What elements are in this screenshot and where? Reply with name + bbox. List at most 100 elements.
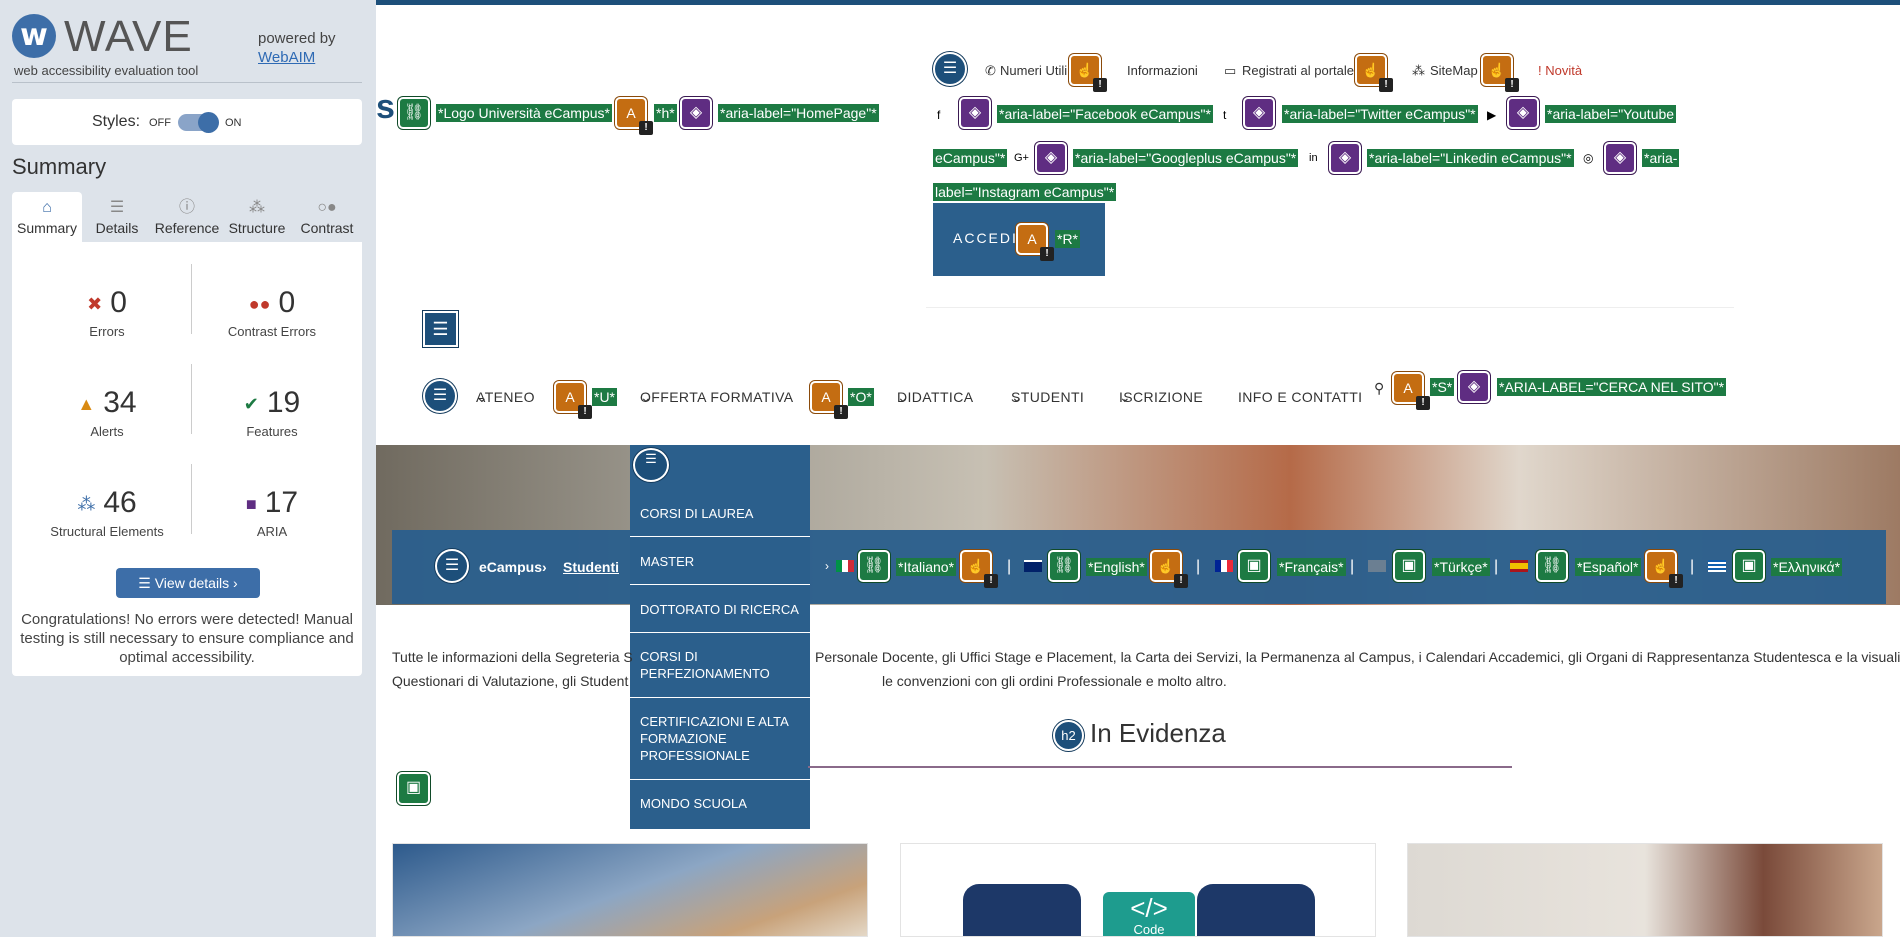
alert-icon[interactable]: ☝ [1069,54,1107,92]
stat-alerts[interactable]: ▲ 34 Alerts [22,386,192,439]
image-icon[interactable]: ▣ [1393,550,1425,582]
facebook-icon[interactable]: f [937,108,940,122]
phone-icon: ✆ [985,63,996,78]
site-logo-fragment[interactable]: s [376,88,395,127]
menu-structure-icon[interactable]: ☰ [933,52,967,86]
image-icon[interactable]: ▣ [1238,550,1270,582]
stat-structural[interactable]: ⁂ 46 Structural Elements [22,486,192,539]
lang-english[interactable]: *English* [1086,558,1147,576]
alert-icon[interactable]: ☝ [1645,550,1683,588]
lang-greek[interactable]: *Ελληνικά* [1771,558,1843,576]
nav-studenti[interactable]: STUDENTI ⌄ [1011,389,1084,406]
view-details-button[interactable]: ☰ View details › [116,568,260,598]
aria-tag-icon[interactable]: ◈ [1243,97,1275,129]
tab-contrast[interactable]: ○● Contrast [292,192,362,242]
link-icon[interactable]: ⛓ [398,97,430,129]
home-icon: ⌂ [42,199,52,216]
stat-features[interactable]: ✔ 19 Features [187,386,357,439]
tab-label: Summary [17,220,77,236]
youtube-icon[interactable]: ▶ [1487,108,1496,122]
tab-structure[interactable]: ⁂ Structure [222,192,292,242]
card-image-3[interactable] [1407,843,1883,937]
aria-tag-icon[interactable]: ◈ [1329,142,1361,174]
link-novita[interactable]: ! Novità [1538,63,1582,78]
linkedin-icon[interactable]: in [1309,152,1318,164]
lang-italiano[interactable]: *Italiano* [896,558,957,576]
dropdown-item[interactable]: MASTER [640,553,800,570]
nav-ateneo[interactable]: ATENEO ⌄ [476,389,535,406]
googleplus-icon[interactable]: G+ [1014,152,1029,164]
aria-tag-icon[interactable]: ◈ [1604,142,1636,174]
alert-icon[interactable]: A [1392,372,1430,410]
dropdown-item[interactable]: CORSI DI PERFEZIONAMENTO [640,648,790,682]
stat-contrast-errors[interactable]: ●● 0 Contrast Errors [187,286,357,339]
alert-icon[interactable]: ☝ [1355,54,1393,92]
instagram-icon[interactable]: ◎ [1583,151,1593,165]
aria-tag-icon[interactable]: ◈ [1035,142,1067,174]
stat-aria[interactable]: ■ 17 ARIA [187,486,357,539]
search-icon[interactable]: ⚲ [1374,380,1385,397]
lang-turkce[interactable]: *Türkçe* [1432,558,1490,576]
dropdown-item[interactable]: CORSI DI LAUREA [640,505,800,522]
nav-label: ATENEO [476,389,535,405]
alert-icon[interactable]: ☝ [1481,54,1519,92]
alert-icon[interactable]: A [554,381,592,419]
dropdown-item[interactable]: MONDO SCUOLA [640,795,800,812]
aria-tag-icon[interactable]: ◈ [1458,371,1490,403]
nav-label: STUDENTI [1011,389,1085,405]
link-icon[interactable]: ⛓ [1048,550,1080,582]
code-label: Code [1133,922,1165,937]
breadcrumb-home[interactable]: eCampus [479,559,542,575]
alert-icon[interactable]: A [615,97,653,135]
image-icon[interactable]: ▣ [397,772,430,805]
chevron-right-icon: › [542,559,547,575]
tab-reference[interactable]: ⓘ Reference [152,192,222,242]
summary-heading: Summary [12,154,107,179]
flag-france-icon [1215,560,1233,572]
link-icon[interactable]: ⛓ [858,550,890,582]
image-icon[interactable]: ▣ [1733,550,1765,582]
wave-sidebar: w WAVE web accessibility evaluation tool… [0,0,376,937]
lang-espanol[interactable]: *Español* [1575,558,1641,576]
alert-icon[interactable]: ☝ [1150,550,1188,588]
link-numeri-utili[interactable]: Numeri Utili [1000,63,1067,78]
nav-iscrizione[interactable]: ISCRIZIONE ⌄ [1119,389,1203,406]
lang-francais[interactable]: *Français* [1277,558,1346,576]
stat-errors[interactable]: ✖ 0 Errors [22,286,192,339]
alert-icon[interactable]: ☝ [960,550,998,588]
h2-icon[interactable]: h2 [1053,720,1084,751]
link-registrati[interactable]: Registrati al portale [1242,63,1354,78]
link-informazioni[interactable]: Informazioni [1127,63,1198,78]
o-tag: *O* [848,388,874,406]
stat-label: Structural Elements [50,524,164,539]
alert-icon: ▲ [77,393,96,414]
nav-info-contatti[interactable]: INFO E CONTATTI [1238,389,1362,405]
nav-offerta-formativa[interactable]: OFFERTA FORMATIVA ⌄ [640,389,793,406]
alert-icon[interactable]: A [810,381,848,419]
link-sitemap[interactable]: SiteMap [1430,63,1478,78]
css-icon[interactable]: ☰ [423,311,458,347]
aria-tag-icon[interactable]: ◈ [959,97,991,129]
nav-structure-icon[interactable]: ☰ [423,379,457,413]
card-image-2[interactable]: </> Code [900,843,1376,937]
tab-summary[interactable]: ⌂ Summary [12,192,82,242]
nav-didattica[interactable]: DIDATTICA ⌄ [897,389,973,406]
dropdown-item[interactable]: DOTTORATO DI RICERCA [640,601,800,618]
link-icon[interactable]: ⛓ [1536,550,1568,582]
separator: | [1690,558,1695,575]
menu-structure-icon[interactable]: ☰ [633,448,669,482]
webaim-link[interactable]: WebAIM [258,49,315,66]
alert-icon[interactable]: A [1016,223,1054,261]
breadcrumb-current[interactable]: Studenti [563,559,619,575]
accedi-button[interactable]: ACCEDI A *R* [933,203,1105,276]
aria-tag-icon[interactable]: ◈ [680,97,712,129]
styles-toggle[interactable] [178,112,219,133]
breadcrumb-structure-icon[interactable]: ☰ [435,549,469,583]
aria-tag-icon[interactable]: ◈ [1507,97,1539,129]
view-details-label: View details › [154,575,238,591]
twitter-icon[interactable]: t [1223,108,1226,122]
wave-logo-icon: w [12,14,56,58]
tab-details[interactable]: ☰ Details [82,192,152,242]
card-image-1[interactable] [392,843,868,937]
dropdown-item[interactable]: CERTIFICAZIONI E ALTA FORMAZIONE PROFESS… [640,713,790,764]
